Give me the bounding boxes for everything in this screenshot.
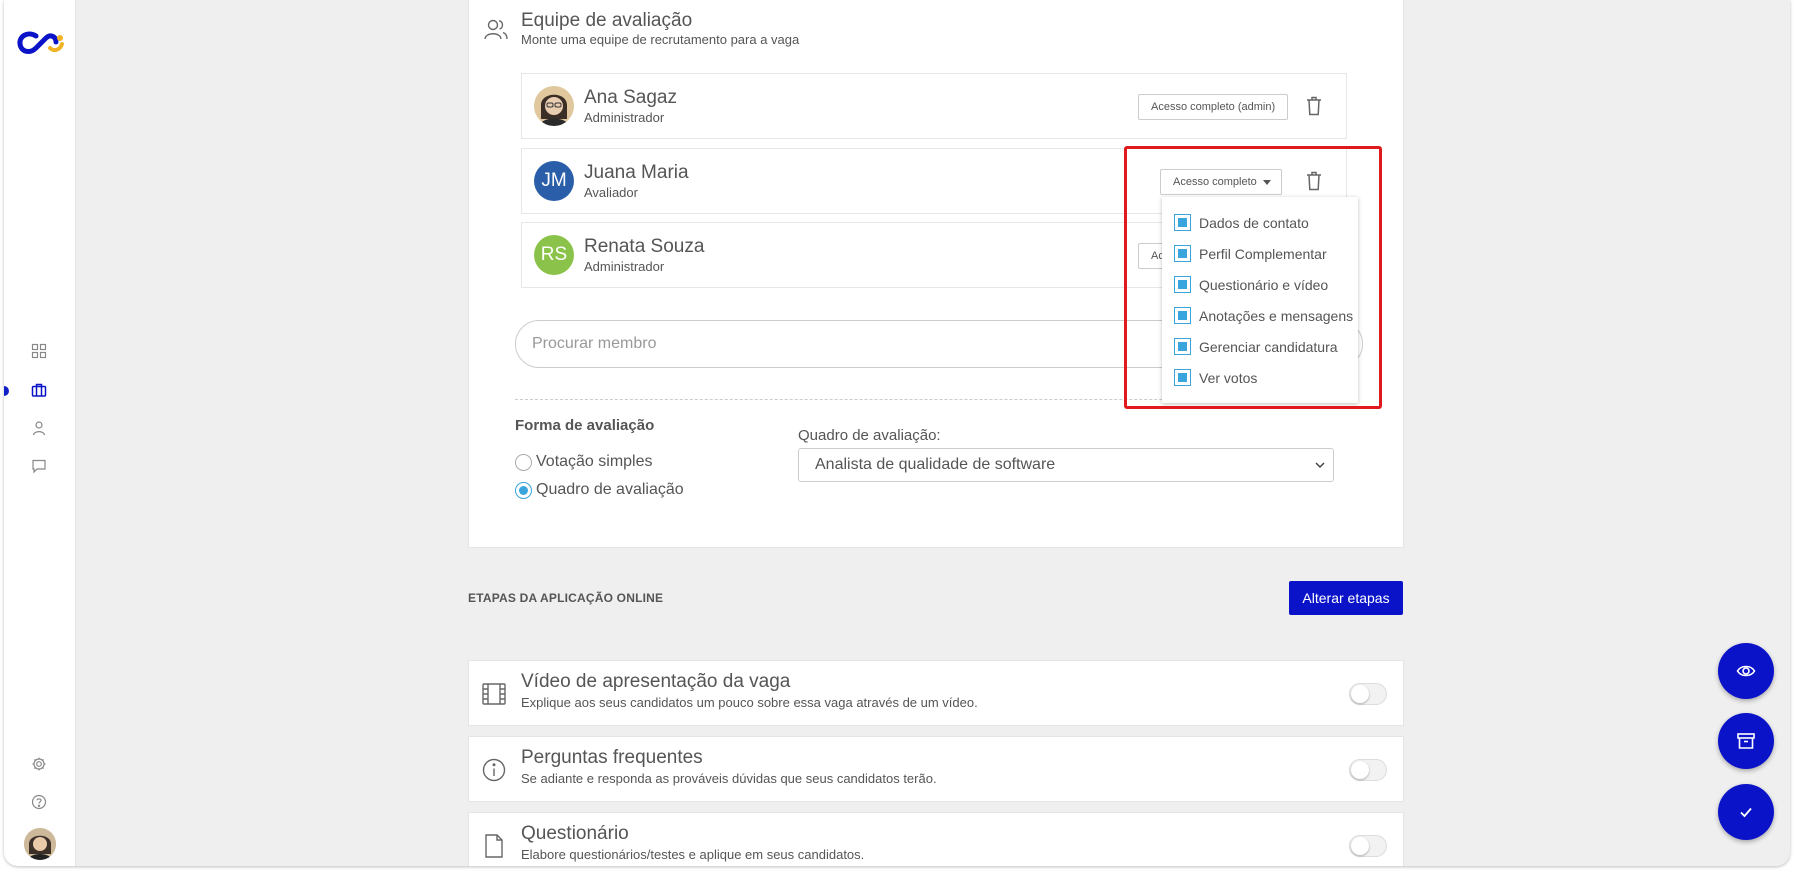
permission-label: Questionário e vídeo [1199, 276, 1329, 293]
access-level-label: Acesso completo [1173, 176, 1257, 188]
radio-label: Votação simples [536, 453, 653, 470]
permission-label: Gerenciar candidatura [1199, 338, 1338, 355]
trash-icon[interactable] [1304, 170, 1324, 192]
step-title: Perguntas frequentes [521, 747, 703, 768]
film-icon [482, 683, 506, 705]
evaluation-form-title: Forma de avaliação [515, 417, 655, 434]
preview-button[interactable] [1718, 643, 1774, 699]
step-card: Vídeo de apresentação da vaga Explique a… [468, 660, 1404, 726]
active-indicator [4, 386, 9, 396]
member-role: Administrador [584, 110, 665, 125]
archive-icon [1737, 733, 1755, 749]
user-icon[interactable] [29, 418, 49, 438]
caret-down-icon [1262, 180, 1271, 185]
permission-notes-messages[interactable]: Anotações e mensagens [1174, 307, 1353, 324]
step-subtitle: Se adiante e responda as prováveis dúvid… [521, 771, 937, 786]
radio-label: Quadro de avaliação [536, 481, 684, 498]
access-permissions-menu: Dados de contato Perfil Complementar Que… [1162, 197, 1358, 403]
permission-label: Perfil Complementar [1199, 245, 1327, 262]
radio-evaluation-board[interactable]: Quadro de avaliação [515, 481, 684, 499]
member-avatar: RS [534, 235, 574, 275]
radio-button[interactable] [515, 481, 532, 499]
steps-section-title: ETAPAS DA APLICAÇÃO ONLINE [468, 591, 664, 605]
member-avatar [534, 86, 574, 126]
change-steps-button[interactable]: Alterar etapas [1289, 581, 1403, 615]
step-card: Perguntas frequentes Se adiante e respon… [468, 736, 1404, 802]
help-icon[interactable] [29, 792, 49, 812]
step-toggle[interactable] [1349, 683, 1387, 705]
company-logo[interactable] [16, 28, 64, 58]
permission-contact-data[interactable]: Dados de contato [1174, 214, 1309, 231]
radio-simple-vote[interactable]: Votação simples [515, 453, 653, 471]
checkbox[interactable] [1174, 307, 1191, 324]
grid-icon[interactable] [29, 341, 49, 361]
permission-complementary-profile[interactable]: Perfil Complementar [1174, 245, 1327, 262]
access-level-dropdown[interactable]: Acesso completo [1160, 169, 1282, 195]
info-icon [482, 758, 506, 782]
permission-label: Anotações e mensagens [1199, 307, 1354, 324]
chat-icon[interactable] [29, 456, 49, 476]
step-subtitle: Elabore questionários/testes e aplique e… [521, 847, 865, 862]
briefcase-icon[interactable] [29, 380, 49, 400]
permission-questionnaire-video[interactable]: Questionário e vídeo [1174, 276, 1328, 293]
save-button[interactable] [1718, 784, 1774, 840]
step-toggle[interactable] [1349, 835, 1387, 857]
member-name: Juana Maria [584, 162, 689, 183]
step-toggle[interactable] [1349, 759, 1387, 781]
member-avatar: JM [534, 161, 574, 201]
team-icon [484, 19, 508, 40]
member-role: Avaliador [584, 185, 638, 200]
permission-view-votes[interactable]: Ver votos [1174, 369, 1257, 386]
radio-button[interactable] [515, 453, 532, 471]
permission-label: Ver votos [1199, 369, 1258, 386]
checkbox[interactable] [1174, 276, 1191, 293]
board-label: Quadro de avaliação: [798, 427, 941, 444]
checkbox[interactable] [1174, 338, 1191, 355]
check-icon [1740, 807, 1752, 818]
checkbox[interactable] [1174, 214, 1191, 231]
team-subtitle: Monte uma equipe de recrutamento para a … [521, 32, 800, 47]
step-subtitle: Explique aos seus candidatos um pouco so… [521, 695, 978, 710]
sidebar [4, 0, 76, 866]
permission-manage-application[interactable]: Gerenciar candidatura [1174, 338, 1338, 355]
member-role: Administrador [584, 259, 665, 274]
permission-label: Dados de contato [1199, 214, 1309, 231]
app-frame: Equipe de avaliação Monte uma equipe de … [4, 0, 1790, 866]
board-select[interactable]: Analista de qualidade de software [798, 448, 1334, 482]
document-icon [485, 834, 503, 858]
step-title: Vídeo de apresentação da vaga [521, 671, 791, 692]
gear-icon[interactable] [29, 754, 49, 774]
member-name: Renata Souza [584, 236, 705, 257]
archive-button[interactable] [1718, 713, 1774, 769]
eye-icon [1736, 665, 1756, 677]
member-row: Ana Sagaz Administrador Acesso completo … [521, 73, 1347, 139]
user-avatar[interactable] [24, 828, 56, 860]
team-title: Equipe de avaliação [521, 10, 693, 31]
trash-icon[interactable] [1304, 95, 1324, 117]
board-selected-value: Analista de qualidade de software [815, 456, 1056, 473]
chevron-down-icon [1315, 462, 1325, 469]
step-title: Questionário [521, 823, 629, 844]
checkbox[interactable] [1174, 245, 1191, 262]
member-name: Ana Sagaz [584, 87, 677, 108]
checkbox[interactable] [1174, 369, 1191, 386]
step-card: Questionário Elabore questionários/teste… [468, 812, 1404, 866]
access-level-button[interactable]: Acesso completo (admin) [1138, 94, 1289, 120]
